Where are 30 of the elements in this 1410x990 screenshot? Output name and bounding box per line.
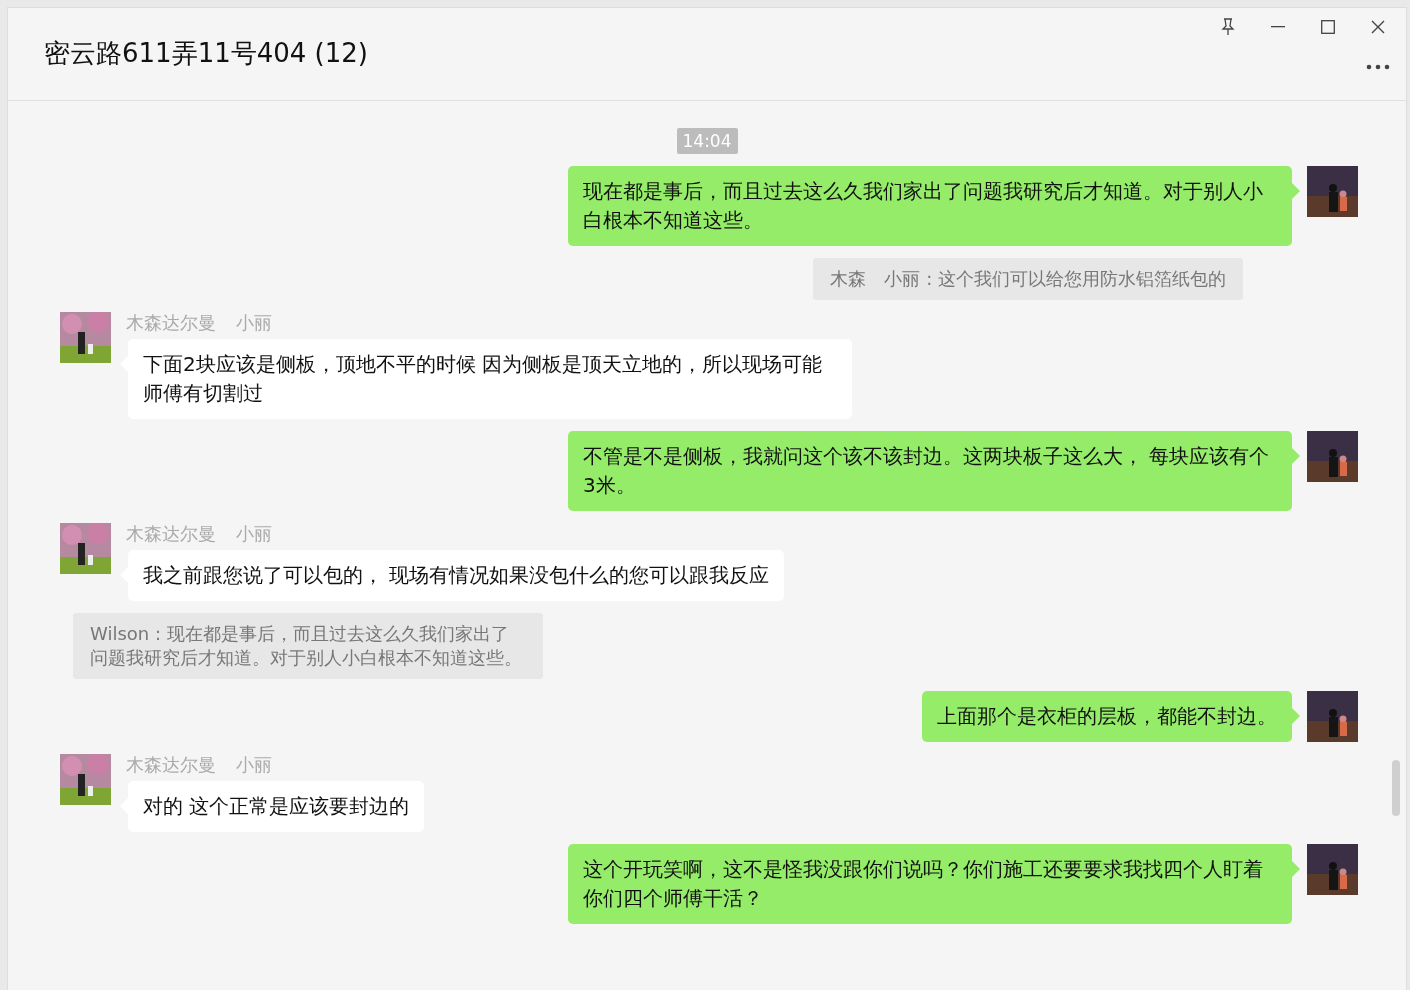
sender-nickname: 小丽 bbox=[236, 754, 272, 776]
message-bubble: 不管是不是侧板，我就问这个该不该封边。这两块板子这么大， 每块应该有个3米。 bbox=[568, 431, 1292, 511]
quoted-message[interactable]: Wilson : 现在都是事后，而且过去这么久我们家出了问题我研究后才知道。对于别人小白根本不知道这些。 bbox=[73, 613, 543, 679]
close-icon bbox=[1371, 20, 1385, 34]
more-icon bbox=[1366, 64, 1390, 70]
chat-title: 密云路611弄11号404 (12) bbox=[43, 37, 368, 70]
message-bubble: 现在都是事后，而且过去这么久我们家出了问题我研究后才知道。对于别人小白根本不知道这些。 bbox=[568, 166, 1292, 246]
maximize-icon bbox=[1321, 20, 1335, 34]
sender-nickname: 小丽 bbox=[236, 523, 272, 545]
timestamp: 14:04 bbox=[676, 128, 738, 154]
avatar-photo[interactable] bbox=[1307, 166, 1358, 217]
message-bubble: 对的 这个正常是应该要封边的 bbox=[128, 781, 425, 832]
sender-nickname: 小丽 bbox=[236, 312, 272, 334]
message-bubble: 这个开玩笑啊，这不是怪我没跟你们说吗？你们施工还要要求我找四个人盯着你们四个师傅干活？ bbox=[568, 844, 1292, 924]
sender-name: 木森达尔曼 bbox=[126, 312, 216, 334]
quoted-message[interactable]: 木森 小丽 : 这个我们可以给您用防水铝箔纸包的 bbox=[813, 258, 1243, 300]
avatar-photo[interactable] bbox=[1307, 691, 1358, 742]
sender-name: 木森达尔曼 bbox=[126, 754, 216, 776]
avatar-photo[interactable] bbox=[60, 523, 111, 574]
pin-icon bbox=[1221, 18, 1235, 36]
sender-name: 木森达尔曼 bbox=[126, 523, 216, 545]
avatar-photo[interactable] bbox=[60, 754, 111, 805]
minimize-icon bbox=[1271, 26, 1285, 28]
avatar-photo[interactable] bbox=[1307, 431, 1358, 482]
scrollbar-thumb[interactable] bbox=[1392, 760, 1400, 816]
avatar-photo[interactable] bbox=[60, 312, 111, 363]
avatar-photo[interactable] bbox=[1307, 844, 1358, 895]
message-bubble: 我之前跟您说了可以包的， 现场有情况如果没包什么的您可以跟我反应 bbox=[128, 550, 785, 601]
message-bubble: 上面那个是衣柜的层板，都能不封边。 bbox=[922, 691, 1292, 742]
message-bubble: 下面2块应该是侧板，顶地不平的时候 因为侧板是顶天立地的，所以现场可能师傅有切割过 bbox=[128, 339, 852, 419]
